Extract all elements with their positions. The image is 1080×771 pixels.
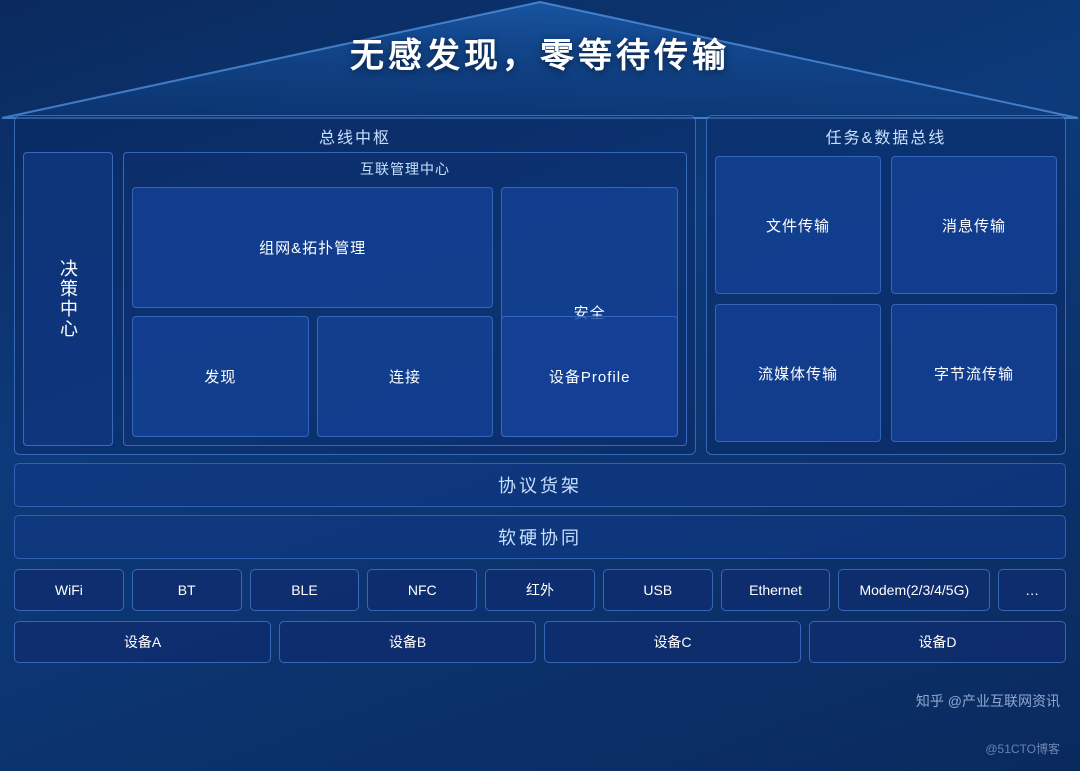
mgmt-cell-profile: 设备Profile: [501, 316, 678, 437]
decision-center: 决策中心: [23, 152, 113, 446]
chip-wifi: WiFi: [14, 569, 124, 611]
mgmt-title: 互联管理中心: [124, 153, 686, 183]
page-title: 无感发现，零等待传输: [0, 28, 1080, 77]
watermark-main: 知乎 @产业互联网资讯: [916, 691, 1060, 711]
mgmt-cell-2: 发现: [132, 316, 309, 437]
chip-ethernet: Ethernet: [721, 569, 831, 611]
chip-usb: USB: [603, 569, 713, 611]
panel-bus: 总线中枢 决策中心 互联管理中心 组网&拓扑管理安全发现连接设备Profile: [14, 115, 696, 455]
chip-more: …: [998, 569, 1066, 611]
panel-bus-title: 总线中枢: [23, 124, 687, 148]
device-a: 设备A: [14, 621, 271, 663]
mgmt-cell-0: 组网&拓扑管理: [132, 187, 493, 308]
top-section: 总线中枢 决策中心 互联管理中心 组网&拓扑管理安全发现连接设备Profile …: [14, 115, 1066, 455]
device-d: 设备D: [809, 621, 1066, 663]
protocol-shelf: 协议货架: [14, 463, 1066, 507]
device-b: 设备B: [279, 621, 536, 663]
device-c: 设备C: [544, 621, 801, 663]
chip-modem: Modem(2/3/4/5G): [838, 569, 990, 611]
mgmt-cell-3: 连接: [317, 316, 494, 437]
chip-bt: BT: [132, 569, 242, 611]
panel-task: 任务&数据总线 文件传输 消息传输 流媒体传输 字节流传输: [706, 115, 1066, 455]
chips-row: WiFi BT BLE NFC 红外 USB Ethernet Modem(2/…: [14, 567, 1066, 613]
devices-row: 设备A 设备B 设备C 设备D: [14, 621, 1066, 667]
cell-file-transfer: 文件传输: [715, 156, 881, 294]
mgmt-area: 互联管理中心 组网&拓扑管理安全发现连接设备Profile: [123, 152, 687, 446]
sw-hw: 软硬协同: [14, 515, 1066, 559]
task-grid: 文件传输 消息传输 流媒体传输 字节流传输: [715, 156, 1057, 442]
cell-byte-transfer: 字节流传输: [891, 304, 1057, 442]
main-content: 总线中枢 决策中心 互联管理中心 组网&拓扑管理安全发现连接设备Profile …: [14, 115, 1066, 761]
watermark-small: @51CTO博客: [985, 740, 1060, 757]
chip-ir: 红外: [485, 569, 595, 611]
chip-ble: BLE: [250, 569, 360, 611]
panel-task-title: 任务&数据总线: [715, 124, 1057, 148]
mgmt-grid: 组网&拓扑管理安全发现连接设备Profile: [124, 183, 686, 445]
cell-msg-transfer: 消息传输: [891, 156, 1057, 294]
chip-nfc: NFC: [367, 569, 477, 611]
cell-stream-transfer: 流媒体传输: [715, 304, 881, 442]
